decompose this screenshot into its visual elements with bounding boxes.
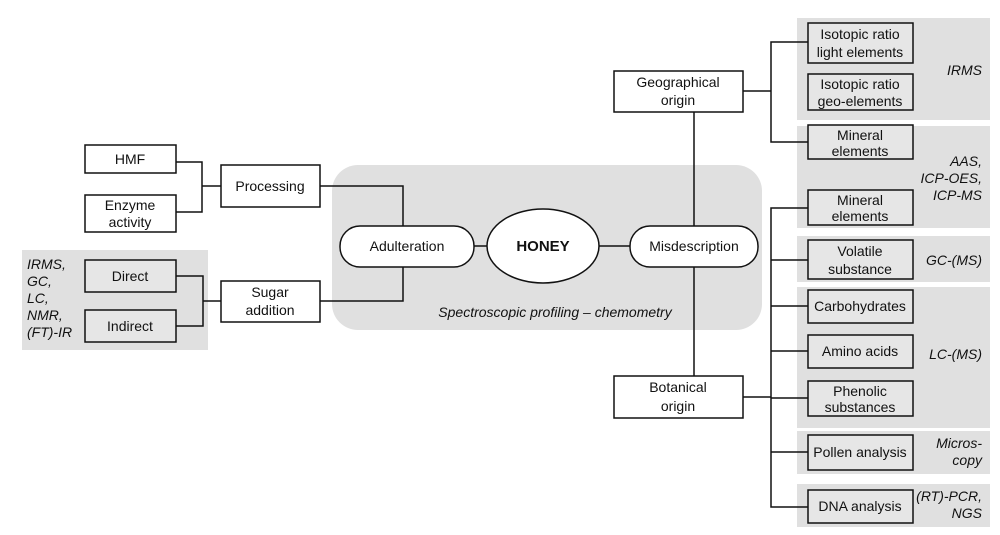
method-icp-oes: ICP-OES, <box>921 170 982 186</box>
direct-node: Direct <box>84 259 177 293</box>
mineral-geo-node: Mineral elements <box>807 124 914 160</box>
mineral-geo-2: elements <box>832 143 889 159</box>
misdescription-node: Misdescription <box>629 225 759 268</box>
method-irms: IRMS, <box>27 256 66 272</box>
volatile-2: substance <box>828 261 892 277</box>
method-pcr: (RT)-PCR, <box>916 488 982 504</box>
honey-authenticity-diagram: HONEY Spectroscopic profiling – chemomet… <box>22 18 990 527</box>
iso-geo-2: geo-elements <box>818 93 903 109</box>
volatile-node: Volatile substance <box>807 239 914 280</box>
iso-light-2: light elements <box>817 44 903 60</box>
enzyme-activity-node: Enzyme activity <box>84 194 177 233</box>
honey-node: HONEY <box>486 208 600 284</box>
amino-acids-node: Amino acids <box>807 334 914 369</box>
enzyme-label-1: Enzyme <box>105 197 156 213</box>
method-lc: LC, <box>27 290 49 306</box>
spectroscopy-note: Spectroscopic profiling – chemometry <box>438 304 672 320</box>
pollen-label: Pollen analysis <box>813 444 906 460</box>
sugar-addition-node: Sugar addition <box>220 280 321 323</box>
method-gc: GC, <box>27 273 52 289</box>
pollen-node: Pollen analysis <box>807 434 914 471</box>
honey-label: HONEY <box>516 238 569 255</box>
carbohydrates-node: Carbohydrates <box>807 289 914 324</box>
mineral-bot-1: Mineral <box>837 192 883 208</box>
iso-geo-1: Isotopic ratio <box>820 76 900 92</box>
method-micros: Micros- <box>936 435 982 451</box>
geo-label-2: origin <box>661 92 695 108</box>
adulteration-node: Adulteration <box>339 225 475 268</box>
phenolic-2: substances <box>825 399 896 415</box>
phenolic-node: Phenolic substances <box>807 380 914 417</box>
bot-label-1: Botanical <box>649 379 707 395</box>
bot-label-2: origin <box>661 398 695 414</box>
method-irms-right: IRMS <box>947 62 983 78</box>
sugar-label-2: addition <box>245 302 294 318</box>
amino-label: Amino acids <box>822 343 898 359</box>
mineral-geo-1: Mineral <box>837 127 883 143</box>
indirect-label: Indirect <box>107 318 153 334</box>
phenolic-1: Phenolic <box>833 383 887 399</box>
method-ftir: (FT)-IR <box>27 324 72 340</box>
carbohydrates-label: Carbohydrates <box>814 298 906 314</box>
dna-node: DNA analysis <box>807 489 914 524</box>
processing-node: Processing <box>220 164 321 208</box>
sugar-label-1: Sugar <box>251 284 289 300</box>
direct-label: Direct <box>112 268 149 284</box>
hmf-node: HMF <box>84 144 177 174</box>
indirect-node: Indirect <box>84 309 177 343</box>
volatile-1: Volatile <box>837 243 882 259</box>
misdescription-label: Misdescription <box>649 238 738 254</box>
botanical-origin-node: Botanical origin <box>613 375 744 419</box>
enzyme-label-2: activity <box>109 214 152 230</box>
method-aas: AAS, <box>949 153 982 169</box>
iso-light-1: Isotopic ratio <box>820 26 900 42</box>
geo-label-1: Geographical <box>636 74 719 90</box>
method-lc-ms: LC-(MS) <box>929 346 982 362</box>
processing-label: Processing <box>235 178 304 194</box>
dna-label: DNA analysis <box>818 498 901 514</box>
adulteration-label: Adulteration <box>370 238 445 254</box>
hmf-label: HMF <box>115 151 145 167</box>
method-nmr: NMR, <box>27 307 63 323</box>
isotopic-light-node: Isotopic ratio light elements <box>807 22 914 64</box>
mineral-bot-node: Mineral elements <box>807 189 914 226</box>
method-icp-ms: ICP-MS <box>933 187 983 203</box>
method-ngs: NGS <box>952 505 983 521</box>
isotopic-geo-node: Isotopic ratio geo-elements <box>807 73 914 111</box>
method-gc-ms: GC-(MS) <box>926 252 982 268</box>
mineral-bot-2: elements <box>832 208 889 224</box>
geographical-origin-node: Geographical origin <box>613 70 744 113</box>
method-copy: copy <box>952 452 983 468</box>
